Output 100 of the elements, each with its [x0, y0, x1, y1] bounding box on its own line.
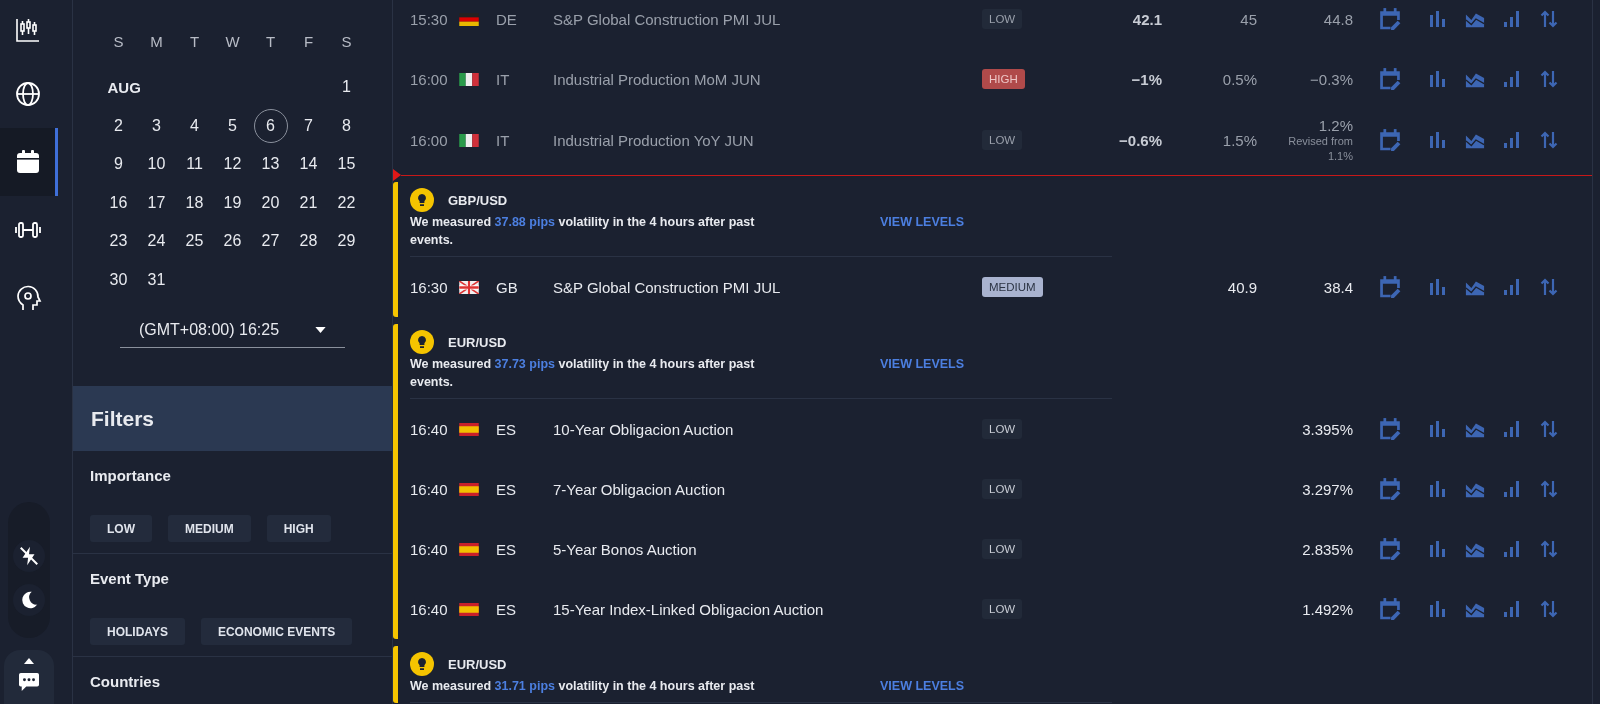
calendar-day[interactable]: 14 — [291, 147, 326, 181]
event-title[interactable]: 5-Year Bonos Auction — [553, 540, 982, 558]
globe-icon — [13, 80, 42, 108]
sort-arrows-icon[interactable] — [1539, 130, 1559, 150]
calendar-day[interactable]: 19 — [215, 185, 250, 220]
signal-bars-icon[interactable] — [1502, 130, 1522, 150]
sort-arrows-icon[interactable] — [1539, 277, 1559, 297]
calendar-day[interactable]: 13 — [253, 147, 288, 181]
bar-chart-icon[interactable] — [1428, 419, 1448, 439]
calendar-day[interactable]: 1 — [329, 70, 364, 104]
calendar-day[interactable]: 31 — [139, 262, 174, 297]
timezone-dropdown[interactable]: (GMT+08:00) 16:25 — [120, 313, 345, 348]
event-title[interactable]: 7-Year Obligacion Auction — [553, 480, 982, 498]
calendar-day[interactable]: 23 — [101, 224, 136, 258]
event-title[interactable]: Industrial Production MoM JUN — [553, 70, 982, 88]
weekday-label: W — [224, 31, 241, 52]
sort-arrows-icon[interactable] — [1539, 69, 1559, 89]
bar-chart-icon[interactable] — [1428, 539, 1448, 559]
actual-value: −1% — [1131, 70, 1162, 88]
calendar-edit-icon[interactable] — [1378, 275, 1402, 299]
calendar-day[interactable]: 30 — [101, 262, 136, 297]
filter-chip[interactable]: HIGH — [266, 515, 331, 542]
chat-icon[interactable] — [18, 672, 40, 692]
filters-title: Filters — [91, 406, 155, 431]
sort-arrows-icon[interactable] — [1539, 419, 1559, 439]
calendar-day[interactable]: 29 — [329, 224, 364, 258]
calendar-day[interactable]: 22 — [329, 185, 364, 220]
calendar-day[interactable]: 28 — [291, 224, 326, 258]
signal-bars-icon[interactable] — [1502, 277, 1522, 297]
calendar-day[interactable]: 10 — [139, 147, 174, 181]
rail-nav-item[interactable] — [0, 128, 58, 196]
calendar-edit-icon[interactable] — [1378, 417, 1402, 441]
germany-flag-icon — [459, 12, 479, 26]
bar-chart-icon[interactable] — [1428, 599, 1448, 619]
calendar-day[interactable]: 4 — [177, 108, 212, 143]
calendar-day[interactable]: 17 — [139, 185, 174, 220]
signal-bars-icon[interactable] — [1502, 419, 1522, 439]
calendar-day[interactable]: 21 — [291, 185, 326, 220]
calendar-day[interactable]: 7 — [291, 108, 326, 143]
view-levels-link[interactable]: VIEW LEVELS — [880, 677, 965, 695]
calendar-day[interactable]: 8 — [329, 108, 364, 143]
calendar-day[interactable]: 25 — [177, 224, 212, 258]
previous-value: 2.835% — [1302, 540, 1353, 558]
previous-value: 44.8 — [1323, 10, 1353, 28]
calendar-edit-icon[interactable] — [1378, 597, 1402, 621]
view-levels-link[interactable]: VIEW LEVELS — [880, 355, 965, 373]
filter-chip[interactable]: ECONOMIC EVENTS — [200, 618, 353, 645]
previous-value: 1.2% — [1318, 116, 1353, 134]
dark-mode-button[interactable] — [13, 584, 45, 616]
calendar-edit-icon[interactable] — [1378, 128, 1402, 152]
filter-chip[interactable]: HOLIDAYS — [90, 618, 185, 645]
calendar-day[interactable]: 26 — [215, 224, 250, 258]
filter-section-title: Event Type — [90, 569, 170, 589]
signal-bars-icon[interactable] — [1502, 479, 1522, 499]
calendar-edit-icon[interactable] — [1378, 67, 1402, 91]
calendar-day[interactable]: 3 — [139, 108, 174, 143]
country-code: ES — [496, 600, 517, 618]
calendar-edit-icon[interactable] — [1378, 477, 1402, 501]
weekday-label: T — [264, 31, 277, 52]
event-title[interactable]: 10-Year Obligacion Auction — [553, 420, 982, 438]
bar-chart-icon[interactable] — [1428, 277, 1448, 297]
calendar-day[interactable]: 5 — [215, 108, 250, 143]
calendar-day[interactable]: 20 — [253, 185, 288, 220]
flash-off-button[interactable] — [13, 540, 45, 572]
weekday-label: T — [188, 31, 201, 52]
event-title[interactable]: 15-Year Index-Linked Obligacion Auction — [553, 600, 982, 618]
bar-chart-icon[interactable] — [1428, 9, 1448, 29]
event-title[interactable]: S&P Global Construction PMI JUL — [553, 278, 982, 296]
caret-up-icon[interactable] — [24, 658, 34, 664]
previous-value: 3.297% — [1302, 480, 1353, 498]
calendar-day[interactable]: 9 — [101, 147, 136, 181]
event-title[interactable]: Industrial Production YoY JUN — [553, 131, 982, 149]
calendar-day[interactable]: 18 — [177, 185, 212, 220]
calendar-edit-icon[interactable] — [1378, 7, 1402, 31]
calendar-day[interactable]: 15 — [329, 147, 364, 181]
calendar-day[interactable]: 16 — [101, 185, 136, 220]
event-title[interactable]: S&P Global Construction PMI JUL — [553, 10, 982, 28]
signal-bars-icon[interactable] — [1502, 69, 1522, 89]
filter-chip[interactable]: LOW — [90, 515, 152, 542]
signal-bars-icon[interactable] — [1502, 539, 1522, 559]
sort-arrows-icon[interactable] — [1539, 539, 1559, 559]
filter-section-title: Countries — [90, 672, 161, 692]
sort-arrows-icon[interactable] — [1539, 479, 1559, 499]
calendar-day[interactable]: 27 — [253, 224, 288, 258]
calendar-day[interactable]: 11 — [177, 147, 212, 181]
sort-arrows-icon[interactable] — [1539, 9, 1559, 29]
bar-chart-icon[interactable] — [1428, 130, 1448, 150]
view-levels-link[interactable]: VIEW LEVELS — [880, 213, 965, 231]
calendar-day[interactable]: 2 — [101, 108, 136, 143]
bar-chart-icon[interactable] — [1428, 69, 1448, 89]
signal-bars-icon[interactable] — [1502, 599, 1522, 619]
forecast-value: 40.9 — [1227, 278, 1257, 296]
calendar-day[interactable]: 12 — [215, 147, 250, 181]
bar-chart-icon[interactable] — [1428, 479, 1448, 499]
importance-badge: MEDIUM — [982, 277, 1043, 297]
sort-arrows-icon[interactable] — [1539, 599, 1559, 619]
filter-chip[interactable]: MEDIUM — [168, 515, 251, 542]
calendar-edit-icon[interactable] — [1378, 537, 1402, 561]
calendar-day[interactable]: 24 — [139, 224, 174, 258]
signal-bars-icon[interactable] — [1502, 9, 1522, 29]
